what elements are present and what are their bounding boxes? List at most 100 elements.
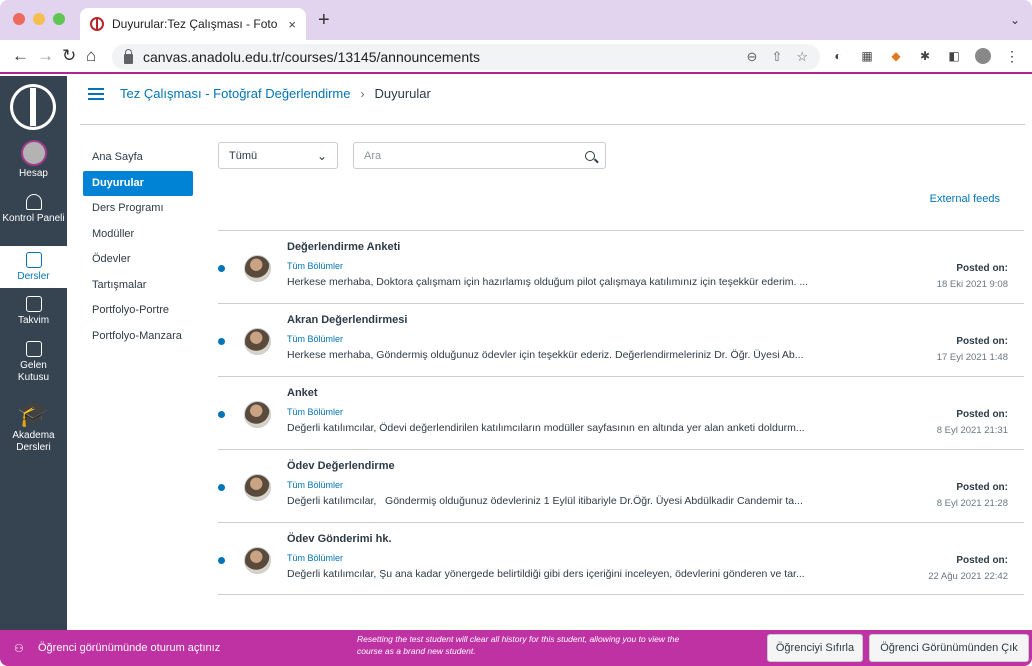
announcement-message: Herkese merhaba, Göndermiş olduğunuz öde… (287, 349, 804, 361)
announcement-title[interactable]: Ödev Değerlendirme (287, 460, 395, 472)
announcement-message: Herkese merhaba, Doktora çalışmam için h… (287, 276, 809, 288)
extension-icon[interactable]: ◐ (830, 48, 846, 64)
maximize-window-button[interactable] (53, 13, 65, 25)
nav-courses[interactable]: Dersler (0, 246, 67, 288)
share-icon[interactable]: ⇧ (771, 49, 782, 65)
announcement-sections: Tüm Bölümler (287, 407, 344, 417)
unread-dot-icon (218, 338, 225, 345)
more-menu-icon[interactable]: ⋮ (1004, 48, 1020, 64)
breadcrumb-current: Duyurular (374, 86, 431, 101)
glasses-icon: ⚇ (14, 643, 24, 655)
unread-dot-icon (218, 411, 225, 418)
browser-tab[interactable]: Duyurular:Tez Çalışması - Foto × (80, 8, 306, 40)
extensions-area: ◐ ▦ ◆ ✱ ◧ ⋮ (830, 48, 1020, 64)
announcement-row[interactable]: Ödev Değerlendirme Tüm Bölümler Değerli … (218, 449, 1024, 522)
metamask-fox-icon[interactable]: ◆ (888, 48, 904, 64)
account-avatar (20, 140, 47, 166)
announcement-row[interactable]: Anket Tüm Bölümler Değerli katılımcılar,… (218, 376, 1024, 449)
search-placeholder: Ara (364, 149, 382, 162)
posted-date: 18 Eki 2021 9:08 (936, 279, 1008, 290)
student-view-bar: ⚇ Öğrenci görünümünde oturum açtınız Res… (0, 630, 1032, 666)
puzzle-extensions-icon[interactable]: ✱ (917, 48, 933, 64)
nav-inbox-label: Gelen Kutusu (17, 360, 50, 383)
announcement-message: Değerli katılımcılar, Ödevi değerlendiri… (287, 422, 805, 434)
nav-calendar-label: Takvim (17, 315, 50, 326)
student-view-note: Resetting the test student will clear al… (357, 634, 680, 656)
announcement-sections: Tüm Bölümler (287, 261, 344, 271)
announcement-sections: Tüm Bölümler (287, 480, 344, 490)
nav-akadema[interactable]: 🎓 Akadema Dersleri (0, 396, 67, 466)
announcement-title[interactable]: Değerlendirme Anketi (287, 241, 400, 253)
search-input[interactable]: Ara (353, 142, 606, 169)
announcement-title[interactable]: Ödev Gönderimi hk. (287, 533, 392, 545)
announcement-title[interactable]: Anket (287, 387, 318, 399)
breadcrumb-separator: › (360, 86, 365, 101)
course-nav-modules[interactable]: Modüller (83, 222, 193, 248)
announcement-row[interactable]: Değerlendirme Anketi Tüm Bölümler Herkes… (218, 230, 1024, 303)
reset-student-button[interactable]: Öğrenciyi Sıfırla (767, 634, 863, 662)
announcement-list: Değerlendirme Anketi Tüm Bölümler Herkes… (218, 230, 1024, 595)
browser-toolbar: ← → ↻ ⌂ canvas.anadolu.edu.tr/courses/13… (0, 40, 1032, 74)
posted-label: Posted on: (956, 263, 1008, 274)
nav-account[interactable]: Hesap (0, 140, 67, 182)
global-navigation: Hesap Kontrol Paneli Dersler Takvim Gele… (0, 76, 67, 630)
announcement-title[interactable]: Akran Değerlendirmesi (287, 314, 407, 326)
browser-window: Duyurular:Tez Çalışması - Foto × + ⌄ ← →… (0, 0, 1032, 666)
nav-dashboard[interactable]: Kontrol Paneli (0, 194, 67, 244)
tab-close-icon[interactable]: × (288, 17, 296, 32)
nav-inbox[interactable]: Gelen Kutusu (0, 341, 67, 391)
dashboard-icon (25, 194, 42, 210)
minimize-window-button[interactable] (33, 13, 45, 25)
author-avatar (244, 547, 271, 574)
side-panel-icon[interactable]: ◧ (946, 48, 962, 64)
posted-date: 8 Eyl 2021 21:28 (936, 498, 1008, 509)
unread-dot-icon (218, 484, 225, 491)
course-nav-assignments[interactable]: Ödevler (83, 247, 193, 273)
nav-calendar[interactable]: Takvim (0, 296, 67, 332)
breadcrumb: Tez Çalışması - Fotoğraf Değerlendirme ›… (88, 86, 431, 101)
anadolu-logo-icon[interactable] (10, 84, 56, 130)
leave-student-view-button[interactable]: Öğrenci Görünümünden Çık (869, 634, 1029, 662)
announcement-row[interactable]: Ödev Gönderimi hk. Tüm Bölümler Değerli … (218, 522, 1024, 595)
announcement-message: Değerli katılımcılar, Göndermiş olduğunu… (287, 495, 803, 507)
announcement-row[interactable]: Akran Değerlendirmesi Tüm Bölümler Herke… (218, 303, 1024, 376)
hamburger-menu-icon[interactable] (88, 87, 104, 100)
zoom-icon[interactable]: ⊖ (747, 49, 758, 65)
course-nav-portfolio-landscape[interactable]: Portfolyo-Manzara (83, 324, 193, 350)
profile-avatar-icon[interactable] (975, 48, 991, 64)
search-icon[interactable] (585, 150, 595, 161)
course-nav-announcements[interactable]: Duyurular (83, 170, 193, 196)
address-bar[interactable]: canvas.anadolu.edu.tr/courses/13145/anno… (112, 44, 820, 70)
home-icon[interactable]: ⌂ (86, 46, 96, 66)
back-arrow-icon[interactable]: ← (12, 46, 29, 66)
lock-icon (124, 48, 133, 64)
nav-akadema-label: Akadema Dersleri (12, 430, 55, 453)
new-tab-button[interactable]: + (318, 10, 330, 30)
tab-search-chevron-icon[interactable]: ⌄ (1010, 13, 1020, 27)
course-nav-portfolio-portrait[interactable]: Portfolyo-Portre (83, 298, 193, 324)
reload-icon[interactable]: ↻ (62, 46, 76, 66)
breadcrumb-course-link[interactable]: Tez Çalışması - Fotoğraf Değerlendirme (120, 86, 350, 101)
course-navigation: Ana Sayfa Duyurular Ders Programı Modüll… (83, 145, 193, 349)
nav-courses-label: Dersler (17, 271, 50, 282)
close-window-button[interactable] (13, 13, 25, 25)
posted-date: 17 Eyl 2021 1:48 (936, 352, 1008, 363)
courses-icon (25, 252, 42, 268)
course-nav-home[interactable]: Ana Sayfa (83, 145, 193, 171)
course-nav-syllabus[interactable]: Ders Programı (83, 196, 193, 222)
posted-label: Posted on: (956, 409, 1008, 420)
external-feeds-link[interactable]: External feeds (930, 193, 1000, 205)
bookmark-star-icon[interactable]: ☆ (796, 49, 808, 65)
graduation-cap-icon: 🎓 (17, 398, 50, 428)
calendar-icon (25, 296, 42, 312)
section-filter-value: Tümü (229, 149, 258, 162)
posted-label: Posted on: (956, 482, 1008, 493)
section-filter-select[interactable]: Tümü ⌄ (218, 142, 338, 169)
extension-icon[interactable]: ▦ (859, 48, 875, 64)
course-nav-discussions[interactable]: Tartışmalar (83, 273, 193, 299)
url-text[interactable]: canvas.anadolu.edu.tr/courses/13145/anno… (143, 49, 747, 65)
posted-label: Posted on: (956, 336, 1008, 347)
inbox-icon (25, 341, 42, 357)
announcement-sections: Tüm Bölümler (287, 553, 344, 563)
forward-arrow-icon[interactable]: → (37, 46, 54, 66)
